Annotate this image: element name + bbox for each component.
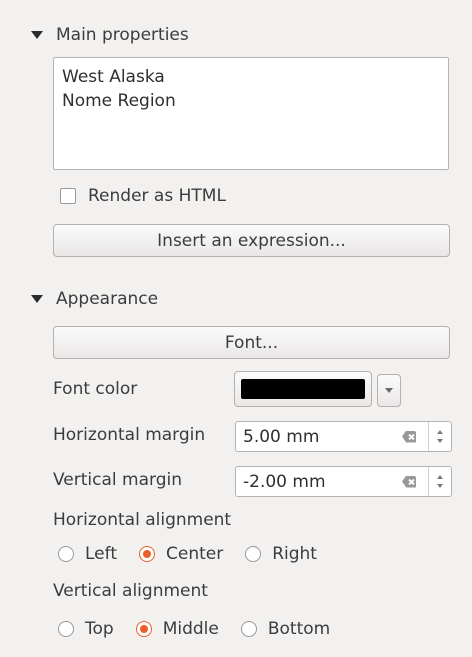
halign-center-option[interactable]: Center: [138, 544, 224, 564]
appearance-header[interactable]: Appearance: [31, 287, 158, 311]
label-text-line-1: West Alaska: [62, 67, 165, 87]
valign-middle-label: Middle: [162, 619, 219, 639]
render-as-html-row[interactable]: Render as HTML: [60, 186, 226, 206]
clear-icon[interactable]: [402, 430, 416, 443]
valign-middle-option[interactable]: Middle: [135, 619, 219, 639]
halign-right-radio[interactable]: [245, 546, 262, 562]
vertical-alignment-label: Vertical alignment: [53, 581, 208, 601]
horizontal-margin-value[interactable]: 5.00 mm: [236, 427, 402, 447]
halign-left-label: Left: [85, 544, 117, 564]
collapse-triangle-icon[interactable]: [31, 295, 43, 303]
horizontal-margin-spinbox[interactable]: 5.00 mm: [235, 421, 452, 452]
render-as-html-checkbox[interactable]: [60, 188, 76, 204]
font-color-swatch: [241, 379, 365, 399]
horizontal-alignment-group: Left Center Right: [58, 542, 339, 566]
horizontal-alignment-label: Horizontal alignment: [53, 510, 232, 530]
vertical-margin-spinbox[interactable]: -2.00 mm: [235, 466, 452, 497]
font-color-button[interactable]: [234, 371, 372, 407]
main-properties-header[interactable]: Main properties: [31, 23, 189, 47]
halign-right-label: Right: [272, 544, 317, 564]
decrement-icon[interactable]: [437, 484, 443, 488]
valign-top-radio[interactable]: [58, 621, 74, 637]
vertical-alignment-group: Top Middle Bottom: [58, 617, 352, 641]
chevron-down-icon: [385, 388, 393, 393]
halign-center-label: Center: [165, 544, 224, 564]
vertical-margin-value[interactable]: -2.00 mm: [236, 472, 402, 492]
appearance-title: Appearance: [56, 289, 159, 309]
valign-bottom-radio[interactable]: [240, 621, 257, 637]
increment-icon[interactable]: [437, 430, 443, 434]
render-as-html-label: Render as HTML: [88, 186, 226, 206]
vertical-margin-label: Vertical margin: [53, 470, 182, 490]
font-button[interactable]: Font...: [53, 326, 450, 359]
valign-bottom-label: Bottom: [267, 619, 331, 639]
font-color-dropdown[interactable]: [377, 374, 401, 407]
label-text-area[interactable]: West Alaska Nome Region: [53, 57, 449, 170]
valign-top-label: Top: [85, 619, 114, 639]
insert-expression-button[interactable]: Insert an expression...: [53, 224, 450, 257]
spin-arrows[interactable]: [428, 422, 451, 451]
halign-right-option[interactable]: Right: [245, 544, 317, 564]
valign-bottom-option[interactable]: Bottom: [240, 619, 331, 639]
increment-icon[interactable]: [437, 475, 443, 479]
font-color-label: Font color: [53, 379, 138, 399]
spin-arrows[interactable]: [428, 467, 451, 496]
clear-icon[interactable]: [402, 475, 416, 488]
collapse-triangle-icon[interactable]: [31, 31, 43, 39]
halign-left-radio[interactable]: [58, 546, 74, 562]
label-text-line-2: Nome Region: [62, 91, 176, 111]
halign-center-radio[interactable]: [138, 546, 155, 562]
valign-top-option[interactable]: Top: [58, 619, 114, 639]
horizontal-margin-label: Horizontal margin: [53, 425, 206, 445]
valign-middle-radio[interactable]: [135, 621, 152, 637]
main-properties-title: Main properties: [56, 25, 189, 45]
halign-left-option[interactable]: Left: [58, 544, 117, 564]
decrement-icon[interactable]: [437, 439, 443, 443]
